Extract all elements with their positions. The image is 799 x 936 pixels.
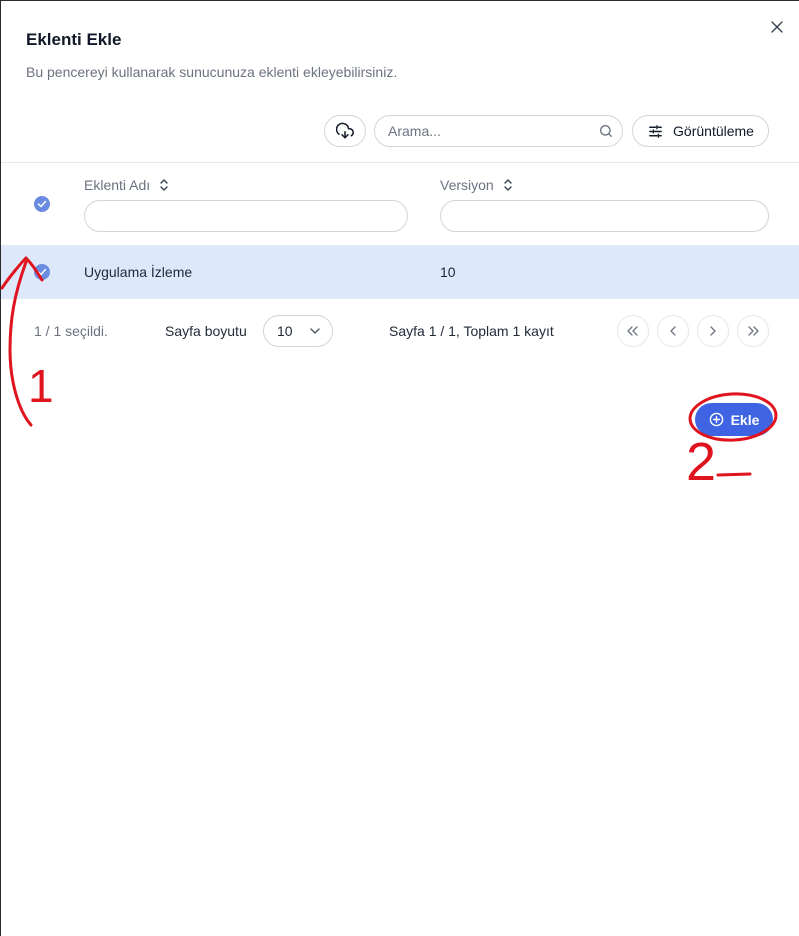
sliders-icon xyxy=(649,124,662,138)
table-top-divider xyxy=(1,162,799,163)
column-header-plugin-name[interactable]: Eklenti Adı xyxy=(84,177,169,193)
row-checkbox[interactable] xyxy=(34,264,50,280)
page-info: Sayfa 1 / 1, Toplam 1 kayıt xyxy=(389,323,554,339)
cloud-download-icon xyxy=(336,122,354,139)
column-header-version[interactable]: Versiyon xyxy=(440,177,513,193)
plus-circle-icon xyxy=(709,412,723,427)
check-icon xyxy=(37,200,47,208)
first-page-button[interactable] xyxy=(617,315,649,347)
sort-icon xyxy=(160,179,168,191)
search-box[interactable] xyxy=(374,115,623,147)
chevrons-left-icon xyxy=(627,326,638,336)
last-page-button[interactable] xyxy=(737,315,769,347)
table-row[interactable]: Uygulama İzleme 10 xyxy=(1,245,799,299)
sort-icon xyxy=(504,179,512,191)
page-size-select[interactable]: 10 xyxy=(263,315,333,347)
view-options-label: Görüntüleme xyxy=(673,123,754,139)
chevrons-right-icon xyxy=(748,326,759,336)
search-icon xyxy=(600,125,612,137)
add-button-label: Ekle xyxy=(730,411,760,428)
add-button[interactable]: Ekle xyxy=(695,403,773,436)
dialog-subtitle: Bu pencereyi kullanarak sunucunuza eklen… xyxy=(26,64,398,80)
dialog-title: Eklenti Ekle xyxy=(26,30,122,49)
page-size-label: Sayfa boyutu xyxy=(165,323,247,339)
next-page-button[interactable] xyxy=(697,315,729,347)
page-size-value: 10 xyxy=(277,323,293,339)
close-button[interactable] xyxy=(767,17,787,37)
view-options-button[interactable]: Görüntüleme xyxy=(632,115,769,147)
plugin-name-filter-input[interactable] xyxy=(84,200,408,232)
search-input[interactable] xyxy=(388,123,578,139)
selected-count: 1 / 1 seçildi. xyxy=(34,323,108,339)
chevron-left-icon xyxy=(670,326,676,336)
plugin-name-cell: Uygulama İzleme xyxy=(84,264,193,280)
check-icon xyxy=(37,268,47,276)
chevron-down-icon xyxy=(310,328,320,334)
download-button[interactable] xyxy=(324,115,366,147)
column-header-label: Eklenti Adı xyxy=(84,177,151,193)
version-filter-input[interactable] xyxy=(440,200,769,232)
select-all-checkbox[interactable] xyxy=(34,196,50,212)
close-icon xyxy=(771,21,783,33)
chevron-right-icon xyxy=(710,326,716,336)
previous-page-button[interactable] xyxy=(657,315,689,347)
add-plugin-dialog: Eklenti Ekle Bu pencereyi kullanarak sun… xyxy=(0,0,799,936)
column-header-label: Versiyon xyxy=(440,177,494,193)
version-cell: 10 xyxy=(440,264,456,280)
